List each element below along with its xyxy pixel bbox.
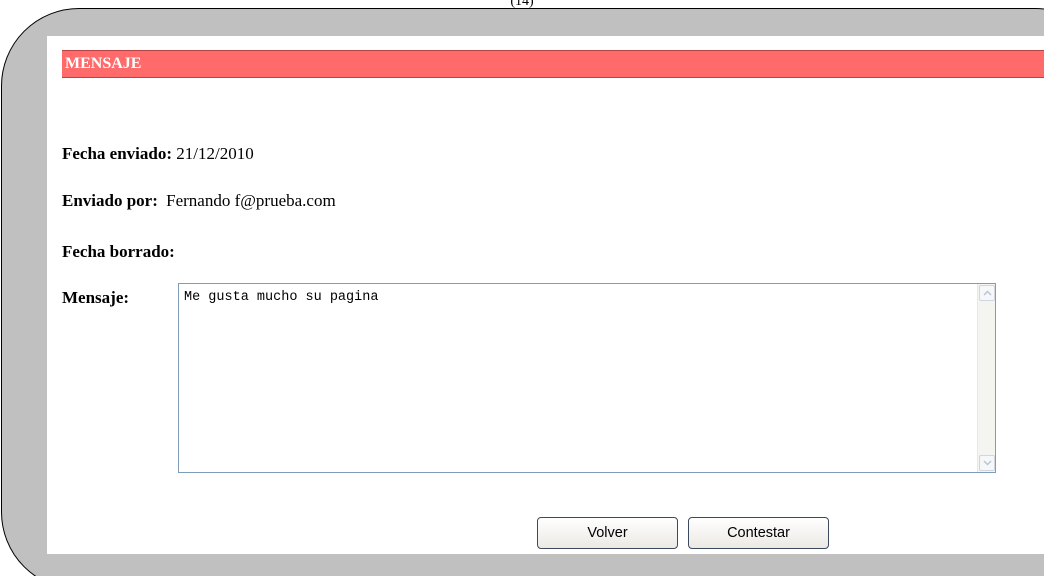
mensaje-label: Mensaje: — [62, 288, 130, 307]
page: (14) MENSAJE Fecha enviado: 21/12/2010 E… — [0, 0, 1044, 576]
fecha-enviado-value: 21/12/2010 — [176, 144, 254, 163]
fecha-enviado-label: Fecha enviado: — [62, 144, 173, 163]
fecha-enviado-row: Fecha enviado: 21/12/2010 — [62, 144, 254, 164]
volver-button[interactable]: Volver — [537, 517, 678, 549]
chevron-down-icon — [983, 460, 992, 466]
message-textarea[interactable]: Me gusta mucho su pagina — [178, 283, 996, 473]
mensaje-row: Mensaje: — [62, 288, 129, 308]
header-bar: MENSAJE — [62, 50, 1044, 78]
fecha-borrado-label: Fecha borrado: — [62, 242, 175, 261]
scroll-down-button[interactable] — [979, 455, 995, 471]
message-text: Me gusta mucho su pagina — [184, 290, 379, 305]
textarea-scrollbar[interactable] — [977, 284, 995, 472]
chevron-up-icon — [983, 290, 992, 296]
page-title: MENSAJE — [65, 55, 142, 72]
fecha-borrado-row: Fecha borrado: — [62, 242, 175, 262]
contestar-button[interactable]: Contestar — [688, 517, 829, 549]
enviado-por-label: Enviado por: — [62, 191, 158, 210]
enviado-por-row: Enviado por: Fernando f@prueba.com — [62, 191, 336, 211]
message-panel: MENSAJE Fecha enviado: 21/12/2010 Enviad… — [47, 36, 1044, 554]
scroll-up-button[interactable] — [979, 285, 995, 301]
enviado-por-value: Fernando f@prueba.com — [166, 191, 336, 210]
